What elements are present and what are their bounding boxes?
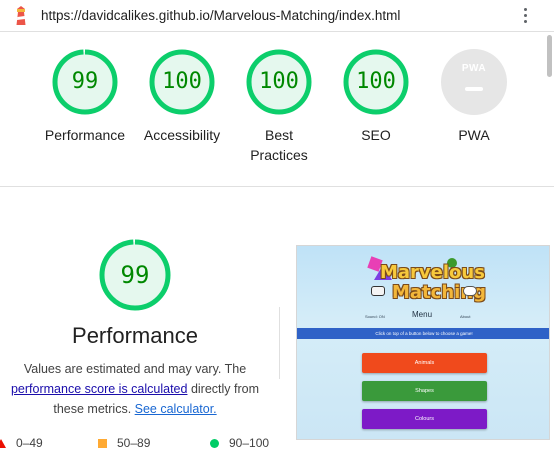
gauge-best-practices[interactable]: 100 Best Practices (224, 49, 334, 165)
performance-score-link[interactable]: performance score is calculated (11, 382, 187, 396)
instruction-bar: Click on top of a button below to choose… (297, 328, 549, 339)
gauge-label: SEO (361, 127, 391, 143)
score-ring: 99 (52, 49, 118, 115)
score-value: 100 (162, 69, 202, 94)
score-ring: 100 (343, 49, 409, 115)
gauge-accessibility[interactable]: 100 Accessibility (127, 49, 237, 145)
gauge-label: Accessibility (143, 127, 221, 143)
gauge-label: PWA (458, 127, 490, 143)
section-divider (0, 186, 554, 187)
desc-text: directly from (187, 382, 260, 396)
vertical-divider (279, 307, 280, 379)
logo-line1: Marvelous (380, 262, 485, 283)
cow-icon (371, 286, 385, 296)
desc-text: Values are estimated and may vary. The (23, 362, 247, 376)
legend-average: 50–89 (98, 436, 150, 450)
sheep-icon (463, 286, 477, 296)
square-icon (98, 439, 107, 449)
score-value: 99 (71, 69, 99, 94)
scrollbar[interactable] (547, 35, 552, 77)
performance-score-gauge: 99 (99, 239, 171, 311)
performance-score-value: 99 (120, 261, 150, 289)
legend-label: 90–100 (229, 436, 270, 450)
legend-label: 0–49 (16, 436, 43, 450)
performance-title: Performance (72, 323, 198, 348)
legend-label: 50–89 (117, 436, 151, 450)
animals-button: Animals (362, 353, 487, 373)
url-bar: https://davidcalikes.github.io/Marvelous… (0, 0, 554, 32)
score-ring: 100 (149, 49, 215, 115)
lighthouse-icon (16, 6, 26, 25)
pwa-dash (465, 87, 483, 91)
legend-fail: 0–49 (0, 436, 43, 450)
final-screenshot-thumbnail[interactable]: Marvelous Matching Sound: ON Menu About … (296, 245, 550, 440)
pwa-badge-icon: PWA (441, 49, 507, 115)
page-url[interactable]: https://davidcalikes.github.io/Marvelous… (41, 8, 400, 23)
menu-row: Sound: ON Menu About (297, 310, 549, 322)
colours-button: Colours (362, 409, 487, 429)
score-ring: 100 (246, 49, 312, 115)
menu-title: Menu (412, 310, 433, 319)
pwa-badge-text: PWA (461, 63, 487, 74)
gauge-label: Performance (44, 127, 126, 143)
score-value: 100 (356, 69, 396, 94)
gauge-performance[interactable]: 99 Performance (30, 49, 140, 145)
shapes-button: Shapes (362, 381, 487, 401)
score-value: 100 (259, 69, 299, 94)
kebab-menu-icon[interactable] (521, 8, 529, 24)
gauge-pwa[interactable]: PWA PWA (419, 49, 529, 145)
gauge-seo[interactable]: 100 SEO (321, 49, 431, 145)
desc-text: these metrics. (53, 402, 135, 416)
circle-icon (210, 439, 219, 449)
about-link: About (460, 314, 471, 319)
sound-toggle: Sound: ON (365, 314, 385, 319)
legend-pass: 90–100 (210, 436, 269, 450)
triangle-icon (0, 439, 6, 449)
gauge-label: Best Practices (250, 127, 308, 163)
performance-description: Values are estimated and may vary. The p… (0, 359, 270, 419)
see-calculator-link[interactable]: See calculator. (135, 402, 217, 416)
